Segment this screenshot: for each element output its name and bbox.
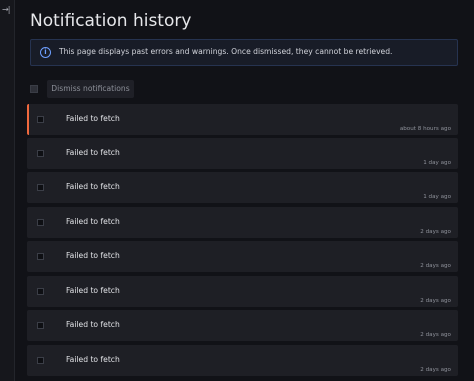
notification-row[interactable]: Failed to fetch 2 days ago [27, 310, 458, 341]
row-checkbox[interactable] [37, 322, 44, 329]
page-title: Notification history [30, 11, 192, 31]
notification-row[interactable]: Failed to fetch about 8 hours ago [27, 104, 458, 135]
notification-text: Failed to fetch [66, 114, 120, 123]
notification-row[interactable]: Failed to fetch 1 day ago [27, 138, 458, 169]
row-checkbox[interactable] [37, 357, 44, 364]
notification-time: 1 day ago [423, 160, 451, 166]
notification-time: 2 days ago [420, 298, 451, 304]
expand-sidebar-icon[interactable]: →| [2, 5, 10, 14]
notification-text: Failed to fetch [66, 182, 120, 191]
info-alert-text: This page displays past errors and warni… [59, 47, 393, 56]
notification-text: Failed to fetch [66, 148, 120, 157]
dismiss-notifications-button[interactable]: Dismiss notifications [47, 80, 134, 98]
notification-time: 2 days ago [420, 263, 451, 269]
row-checkbox[interactable] [37, 150, 44, 157]
row-checkbox[interactable] [37, 253, 44, 260]
notification-time: 2 days ago [420, 229, 451, 235]
notification-time: 2 days ago [420, 332, 451, 338]
info-icon: i [40, 47, 51, 58]
select-all-checkbox[interactable] [30, 85, 38, 93]
notification-time: about 8 hours ago [399, 126, 451, 132]
notification-text: Failed to fetch [66, 217, 120, 226]
row-checkbox[interactable] [37, 184, 44, 191]
notification-text: Failed to fetch [66, 286, 120, 295]
notification-time: 2 days ago [420, 367, 451, 373]
notification-text: Failed to fetch [66, 320, 120, 329]
row-checkbox[interactable] [37, 116, 44, 123]
info-alert: i This page displays past errors and war… [30, 39, 458, 66]
notification-row[interactable]: Failed to fetch 2 days ago [27, 345, 458, 376]
left-rail: →| [0, 0, 15, 381]
notification-text: Failed to fetch [66, 251, 120, 260]
row-checkbox[interactable] [37, 288, 44, 295]
notification-row[interactable]: Failed to fetch 1 day ago [27, 172, 458, 203]
row-checkbox[interactable] [37, 219, 44, 226]
notification-time: 1 day ago [423, 194, 451, 200]
notification-row[interactable]: Failed to fetch 2 days ago [27, 241, 458, 272]
notification-text: Failed to fetch [66, 355, 120, 364]
notification-row[interactable]: Failed to fetch 2 days ago [27, 207, 458, 238]
notification-row[interactable]: Failed to fetch 2 days ago [27, 276, 458, 307]
